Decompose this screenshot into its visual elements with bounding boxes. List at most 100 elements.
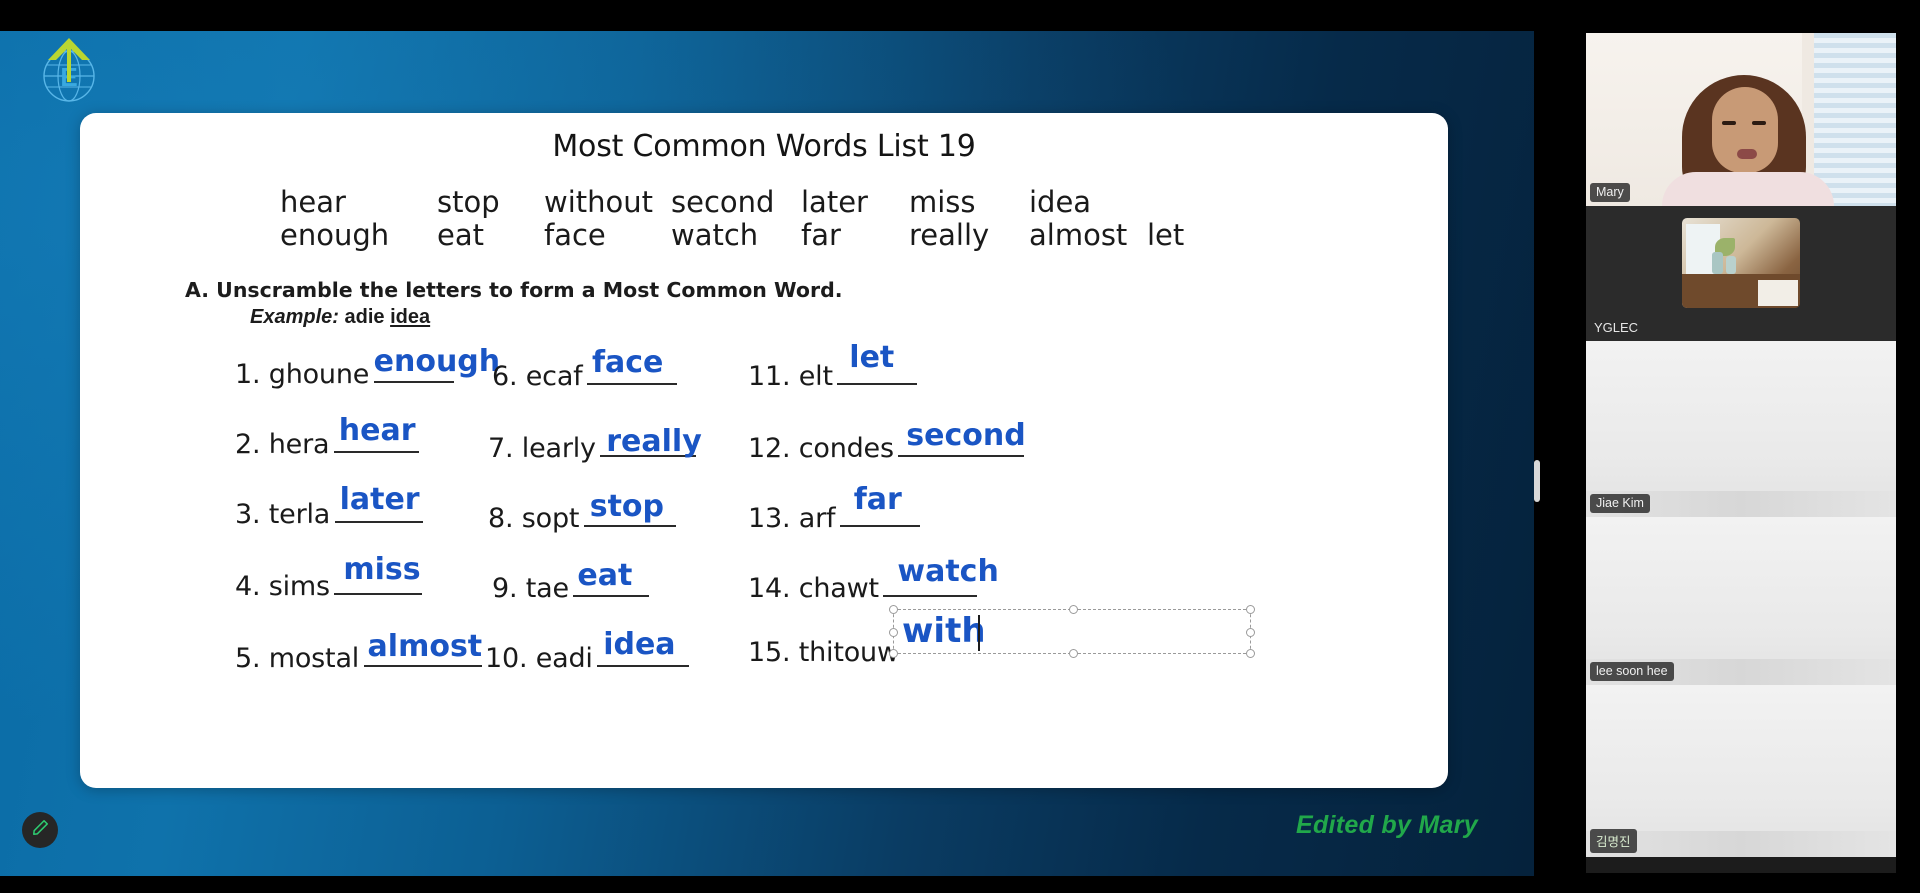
question-number: 7. (488, 432, 514, 464)
question-number: 4. (235, 570, 261, 602)
text-box-value: with (902, 611, 986, 651)
question-item-11: 11. elt let (748, 340, 918, 392)
participant-name: lee soon hee (1590, 662, 1674, 681)
answer-blank[interactable]: watch (883, 554, 999, 597)
answer-text: stop (589, 488, 665, 524)
example-scramble: adie (344, 305, 385, 328)
word-bank-word: idea (1029, 185, 1092, 219)
resize-handle-bottom-left[interactable] (889, 649, 898, 658)
question-item-3: 3. terla later (235, 482, 423, 530)
answer-blank[interactable]: let (837, 340, 918, 385)
answer-blank[interactable]: enough (373, 344, 500, 383)
answer-blank[interactable]: second (898, 418, 1026, 457)
word-bank-row-2: enough eat face watch far really almost … (280, 217, 1263, 252)
scene-vase-right (1726, 256, 1736, 274)
avatar-eye-left (1722, 121, 1736, 125)
answer-text: watch (897, 553, 999, 589)
word-bank-word: watch (671, 217, 759, 252)
question-scramble: hera (268, 428, 330, 460)
scene-paper (1758, 280, 1798, 306)
word-bank-word: really (909, 217, 990, 252)
worksheet-card: Most Common Words List 19 hear stop with… (80, 113, 1448, 788)
participant-tile-yglec[interactable]: YGLEC (1586, 206, 1896, 341)
answer-blank[interactable]: face (586, 345, 677, 385)
question-number: 6. (492, 360, 518, 392)
answer-text: idea (603, 626, 676, 662)
word-bank-word: almost (1029, 217, 1128, 252)
resize-handle-bottom-right[interactable] (1246, 649, 1255, 658)
avatar-mouth (1737, 149, 1757, 159)
question-scramble: ghoune (268, 358, 370, 390)
worksheet-title: Most Common Words List 19 (552, 129, 976, 164)
resize-handle-top-center[interactable] (1069, 605, 1078, 614)
answer-blank[interactable]: stop (583, 489, 676, 527)
word-bank-word: later (801, 185, 868, 219)
shared-slide-stage: E Most Common Words List 19 hear stop wi… (0, 31, 1534, 876)
resize-handle-top-left[interactable] (889, 605, 898, 614)
question-number: 14. (748, 572, 791, 604)
active-text-box[interactable]: with (889, 605, 1255, 658)
answer-blank[interactable]: miss (334, 552, 423, 595)
example-label: Example: (250, 305, 339, 328)
question-item-4: 4. sims miss (235, 552, 423, 602)
answer-text: really (606, 423, 702, 459)
question-item-9: 9. tae eat (492, 558, 650, 604)
question-scramble: eadi (535, 642, 593, 674)
question-item-2: 2. hera hear (235, 413, 419, 460)
answer-blank[interactable]: later (334, 482, 423, 523)
resize-handle-middle-left[interactable] (889, 628, 898, 637)
annotate-button[interactable] (22, 812, 58, 848)
question-scramble: ecaf (525, 360, 583, 392)
word-bank-word: enough (280, 217, 390, 252)
participant-tile-mary[interactable]: Mary (1586, 33, 1896, 206)
resize-handle-middle-right[interactable] (1246, 628, 1255, 637)
question-number: 11. (748, 360, 791, 392)
answer-blank[interactable]: almost (363, 629, 482, 667)
resize-handle-bottom-center[interactable] (1069, 649, 1078, 658)
participant-tile-jiae-kim[interactable]: Jiae Kim (1586, 341, 1896, 517)
answer-blank[interactable]: eat (573, 558, 650, 597)
question-scramble: sims (268, 570, 330, 602)
question-item-10: 10. eadi idea (485, 627, 690, 674)
question-scramble: sopt (521, 502, 580, 534)
participant-video-strip: Mary YGLEC Jiae Kim lee soon hee 김명진 (1586, 33, 1896, 873)
question-item-1: 1. ghoune enough (235, 344, 500, 390)
resize-handle-top-right[interactable] (1246, 605, 1255, 614)
answer-blank[interactable]: hear (333, 413, 419, 453)
answer-text: far (853, 481, 902, 517)
participant-tile-kim-myeongjin[interactable]: 김명진 (1586, 685, 1896, 857)
question-item-15: 15. thitouw (748, 637, 899, 668)
text-cursor (978, 615, 980, 651)
word-bank-word: far (801, 217, 841, 252)
word-bank-word: miss (909, 185, 976, 219)
participant-name: Mary (1590, 183, 1630, 202)
question-number: 3. (235, 498, 261, 530)
answer-text: let (849, 339, 895, 375)
answer-text: hear (338, 412, 416, 448)
school-logo-icon: E (32, 34, 106, 108)
question-item-12: 12. condes second (748, 418, 1026, 464)
answer-text: enough (373, 343, 501, 379)
question-scramble: condes (798, 432, 894, 464)
answer-blank[interactable]: really (600, 424, 702, 459)
answer-blank[interactable]: far (839, 482, 920, 527)
instruction-example: Example: adie idea (80, 306, 1448, 329)
answer-text: second (906, 417, 1026, 453)
word-bank-word: face (544, 217, 606, 252)
answer-text: almost (367, 628, 483, 664)
answer-blank[interactable]: idea (597, 627, 690, 667)
question-scramble: thitouw (798, 636, 899, 668)
question-scramble: elt (798, 360, 833, 392)
video-feed (1682, 218, 1800, 308)
question-number: 9. (492, 572, 518, 604)
participant-name: 김명진 (1590, 829, 1637, 853)
question-number: 2. (235, 428, 261, 460)
question-item-14: 14. chawt watch (748, 554, 999, 604)
word-bank-word: eat (437, 217, 484, 252)
question-number: 15. (748, 636, 791, 668)
window-blinds (1814, 33, 1896, 206)
question-number: 1. (235, 358, 261, 390)
participant-tile-lee-soon-hee[interactable]: lee soon hee (1586, 517, 1896, 685)
question-item-7: 7. learly really (488, 424, 702, 464)
panel-resize-handle[interactable] (1534, 460, 1540, 502)
